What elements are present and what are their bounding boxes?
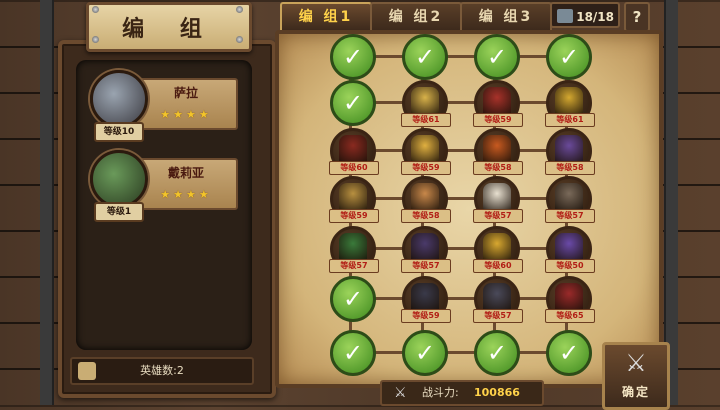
unit-level: 等级61	[545, 113, 595, 127]
unit-level: 等级57	[329, 259, 379, 273]
unit-slot[interactable]: 等级61	[401, 80, 451, 127]
empty-slot-check-icon[interactable]	[330, 80, 376, 126]
hero-name: 戴莉亚	[167, 166, 204, 180]
empty-slot-check-icon[interactable]	[330, 34, 376, 80]
empty-slot-check-icon[interactable]	[474, 34, 520, 80]
empty-slot-check-icon[interactable]	[474, 330, 520, 376]
grid-line	[350, 351, 566, 354]
hero-portrait	[90, 150, 148, 208]
frame-pillar-left	[40, 0, 54, 405]
unit-slot[interactable]: 等级59	[401, 128, 451, 175]
hero-card-2[interactable]: 戴莉亚 ★★★★ 等级1	[90, 150, 246, 222]
unit-slot[interactable]: 等级58	[473, 128, 523, 175]
unit-level: 等级57	[473, 309, 523, 323]
tab-formation-2[interactable]: 编 组2	[370, 2, 462, 32]
grid-line	[350, 55, 566, 58]
unit-slot[interactable]: 等级59	[329, 176, 379, 223]
troops-icon	[557, 9, 573, 23]
tab-formation-3[interactable]: 编 组3	[460, 2, 552, 32]
unit-level: 等级59	[401, 309, 451, 323]
unit-slot[interactable]: 等级58	[401, 176, 451, 223]
unit-level: 等级65	[545, 309, 595, 323]
hero-level: 等级10	[94, 122, 144, 142]
unit-slot[interactable]: 等级60	[329, 128, 379, 175]
empty-slot-check-icon[interactable]	[546, 34, 592, 80]
unit-level: 等级59	[401, 161, 451, 175]
unit-level: 等级58	[473, 161, 523, 175]
unit-slot[interactable]: 等级61	[545, 80, 595, 127]
unit-slot[interactable]: 等级57	[401, 226, 451, 273]
empty-slot-check-icon[interactable]	[402, 34, 448, 80]
unit-slot[interactable]: 等级57	[329, 226, 379, 273]
nail-icon	[236, 36, 243, 43]
empty-slot-check-icon[interactable]	[330, 276, 376, 322]
grid-line	[350, 247, 566, 250]
crossed-swords-icon: ⚔	[625, 349, 647, 377]
hero-level: 等级1	[94, 202, 144, 222]
hero-stars: ★★★★	[160, 108, 212, 121]
hero-stars: ★★★★	[160, 188, 212, 201]
unit-level: 等级59	[473, 113, 523, 127]
hero-name: 萨拉	[173, 86, 198, 100]
tab-formation-1[interactable]: 编 组1	[280, 2, 372, 32]
page-title: 编 组	[86, 2, 252, 52]
unit-slot[interactable]: 等级57	[473, 176, 523, 223]
unit-slot[interactable]: 等级50	[545, 226, 595, 273]
help-button[interactable]: ?	[624, 2, 650, 32]
confirm-label: 确定	[621, 385, 650, 399]
unit-slot[interactable]: 等级57	[473, 276, 523, 323]
grid-line	[350, 149, 566, 152]
hero-banner: 戴莉亚 ★★★★	[134, 158, 238, 210]
unit-level: 等级61	[401, 113, 451, 127]
battle-power-value: 100866	[474, 386, 520, 399]
unit-level: 等级58	[545, 161, 595, 175]
unit-level: 等级50	[545, 259, 595, 273]
confirm-button[interactable]: ⚔ 确定	[602, 342, 670, 410]
grid-line	[350, 297, 566, 300]
battle-power-bar: ⚔ 战斗力: 100866	[380, 380, 544, 406]
hero-portrait	[90, 70, 148, 128]
unit-level: 等级60	[329, 161, 379, 175]
troop-counter: 18/18	[550, 2, 620, 28]
unit-slot[interactable]: 等级65	[545, 276, 595, 323]
hero-card-1[interactable]: 萨拉 ★★★★ 等级10	[90, 70, 246, 142]
troop-count: 18/18	[576, 10, 614, 24]
unit-slot[interactable]: 等级57	[545, 176, 595, 223]
nail-icon	[236, 6, 243, 13]
unit-level: 等级58	[401, 209, 451, 223]
nail-icon	[92, 36, 99, 43]
empty-slot-check-icon[interactable]	[330, 330, 376, 376]
unit-level: 等级57	[545, 209, 595, 223]
grid-line	[350, 101, 566, 104]
unit-level: 等级57	[473, 209, 523, 223]
hero-banner: 萨拉 ★★★★	[134, 78, 238, 130]
crossed-swords-icon: ⚔	[394, 385, 407, 401]
unit-slot[interactable]: 等级59	[473, 80, 523, 127]
unit-slot[interactable]: 等级59	[401, 276, 451, 323]
hero-count-bar: 英雄数:2	[70, 357, 254, 385]
unit-level: 等级60	[473, 259, 523, 273]
unit-level: 等级59	[329, 209, 379, 223]
nail-icon	[92, 6, 99, 13]
unit-slot[interactable]: 等级58	[545, 128, 595, 175]
battle-power-label: 战斗力:	[422, 386, 459, 399]
hero-count-label: 英雄数:2	[140, 364, 184, 377]
unit-level: 等级57	[401, 259, 451, 273]
empty-slot-check-icon[interactable]	[546, 330, 592, 376]
unit-slot[interactable]: 等级60	[473, 226, 523, 273]
empty-slot-check-icon[interactable]	[402, 330, 448, 376]
grid-line	[350, 197, 566, 200]
